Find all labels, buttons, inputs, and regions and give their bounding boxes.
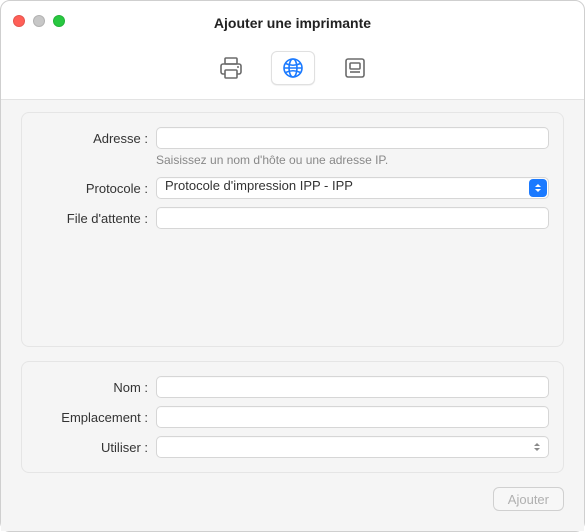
chevron-updown-icon	[529, 179, 547, 197]
printer-advanced-icon	[342, 56, 368, 80]
content: Adresse : Saisissez un nom d'hôte ou une…	[1, 100, 584, 531]
minimize-window-button[interactable]	[33, 15, 45, 27]
toolbar	[1, 45, 584, 100]
location-input[interactable]	[156, 406, 549, 428]
address-label: Adresse :	[36, 131, 148, 146]
globe-icon	[281, 56, 305, 80]
zoom-window-button[interactable]	[53, 15, 65, 27]
add-button[interactable]: Ajouter	[493, 487, 564, 511]
window-controls	[13, 15, 65, 27]
protocol-select[interactable]: Protocole d'impression IPP - IPP	[156, 177, 549, 199]
location-label: Emplacement :	[36, 410, 148, 425]
queue-label: File d'attente :	[36, 211, 148, 226]
use-select-value	[156, 436, 549, 458]
printer-icon	[218, 56, 244, 80]
tab-windows-printer[interactable]	[333, 51, 377, 85]
titlebar: Ajouter une imprimante	[1, 1, 584, 45]
window-title: Ajouter une imprimante	[214, 15, 371, 31]
add-printer-window: Ajouter une imprimante	[0, 0, 585, 532]
address-hint: Saisissez un nom d'hôte ou une adresse I…	[156, 153, 549, 167]
details-panel: Nom : Emplacement : Utiliser :	[21, 361, 564, 473]
connection-panel: Adresse : Saisissez un nom d'hôte ou une…	[21, 112, 564, 347]
name-input[interactable]	[156, 376, 549, 398]
tab-default-printer[interactable]	[209, 51, 253, 85]
use-label: Utiliser :	[36, 440, 148, 455]
tab-ip-printer[interactable]	[271, 51, 315, 85]
close-window-button[interactable]	[13, 15, 25, 27]
chevron-updown-icon	[531, 438, 543, 456]
protocol-label: Protocole :	[36, 181, 148, 196]
footer: Ajouter	[21, 487, 564, 511]
protocol-select-value: Protocole d'impression IPP - IPP	[156, 177, 549, 199]
name-label: Nom :	[36, 380, 148, 395]
use-select[interactable]	[156, 436, 549, 458]
queue-input[interactable]	[156, 207, 549, 229]
address-input[interactable]	[156, 127, 549, 149]
